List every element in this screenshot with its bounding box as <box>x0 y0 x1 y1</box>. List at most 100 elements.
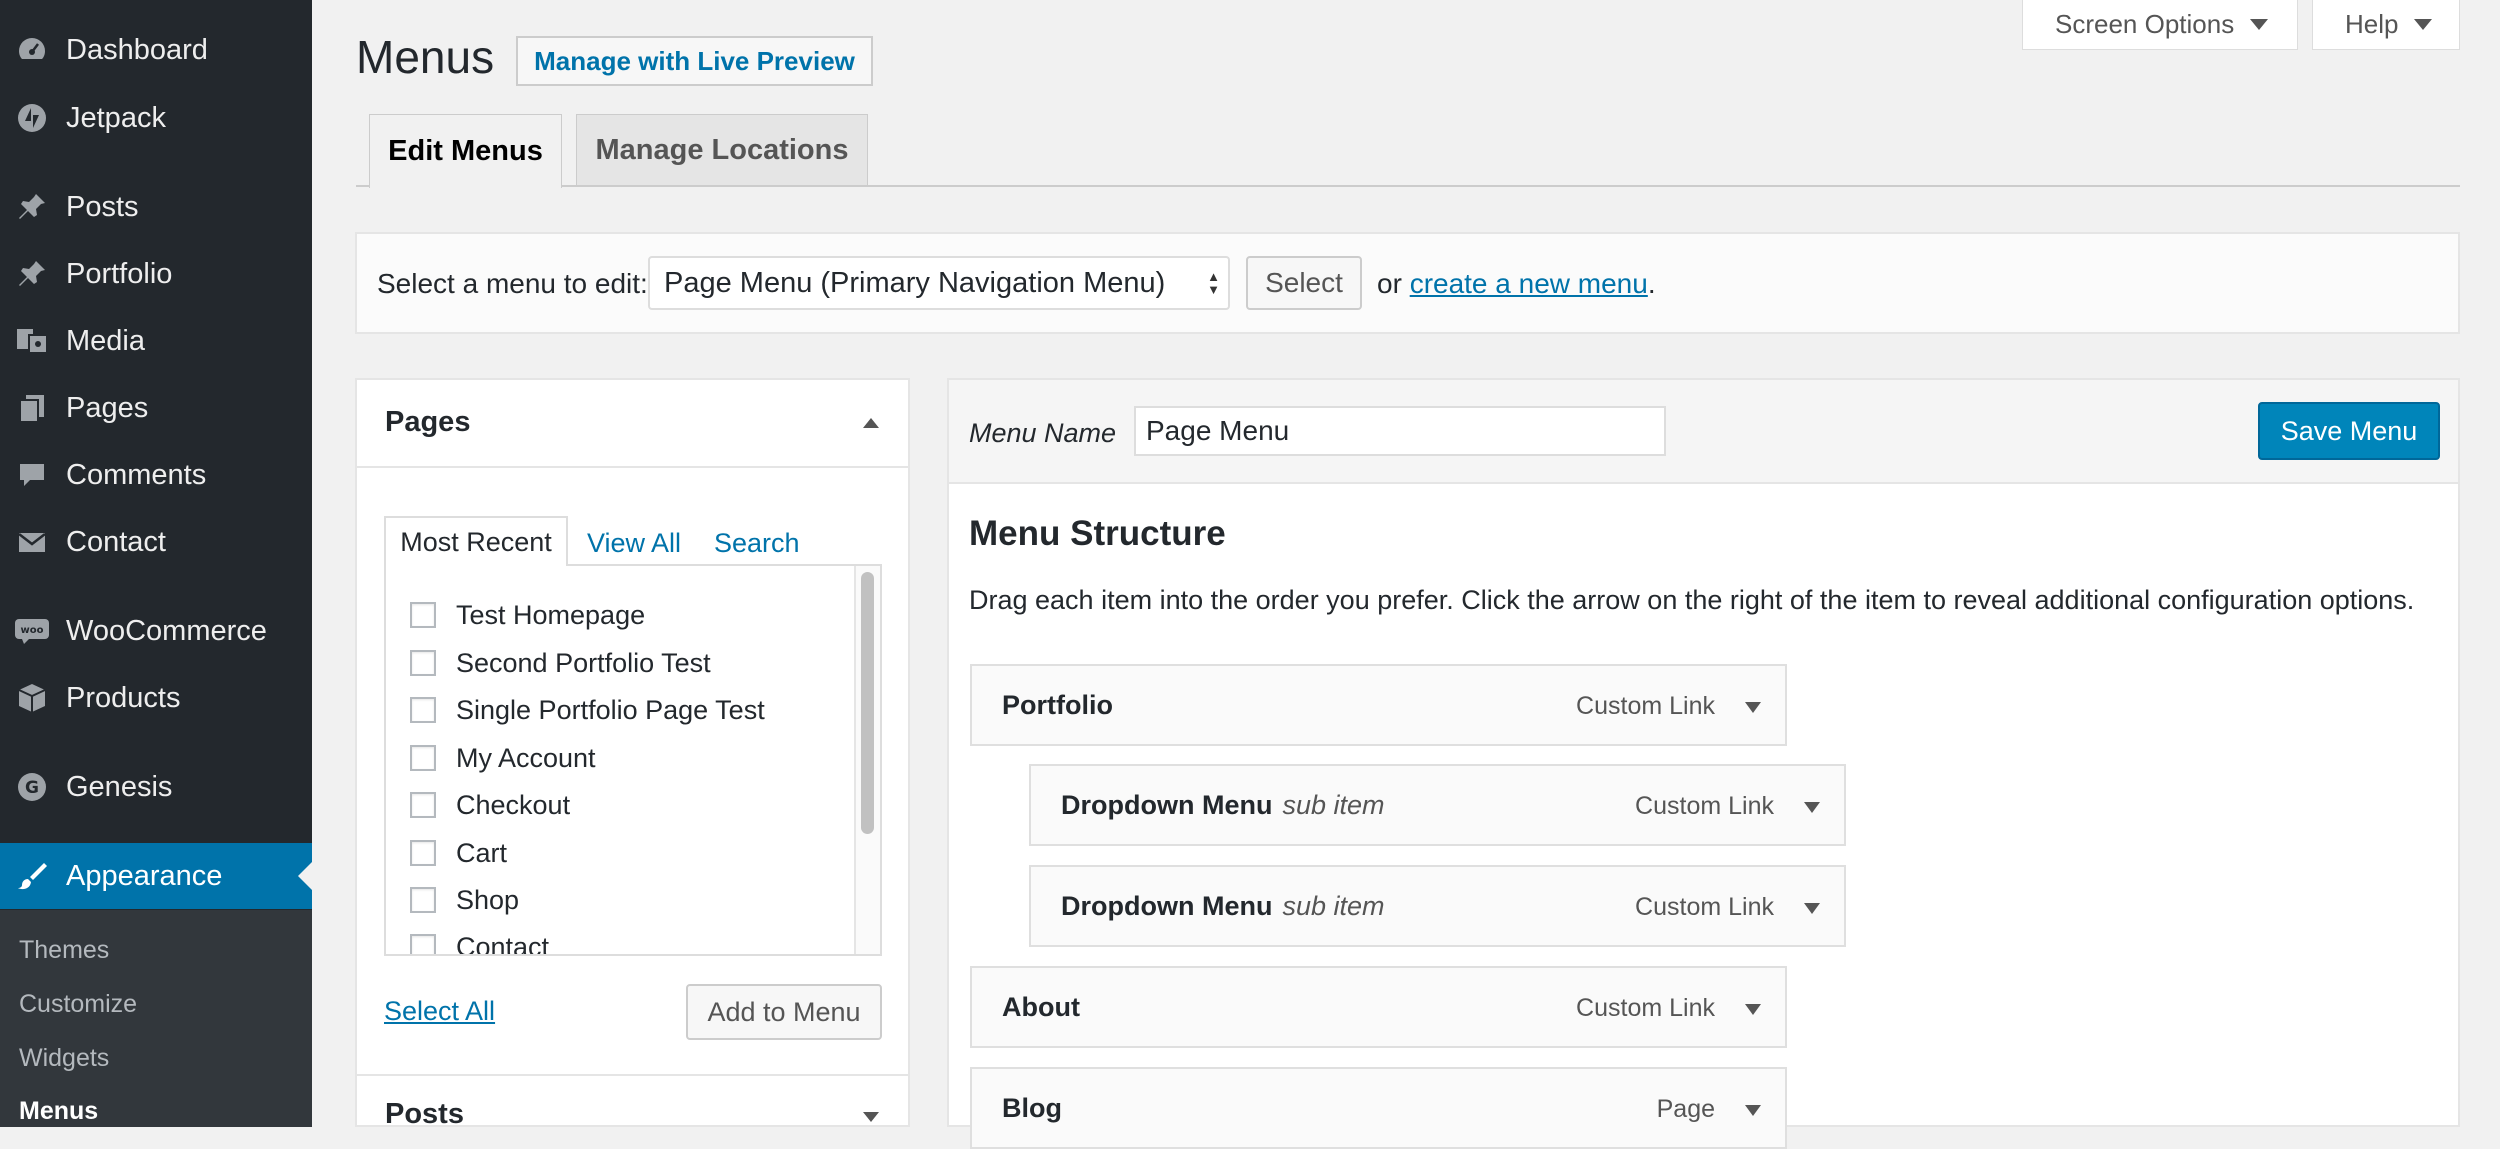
sidebar-item-dashboard[interactable]: Dashboard <box>0 20 312 80</box>
list-item[interactable]: Cart <box>410 836 507 870</box>
posts-panel-title[interactable]: Posts <box>385 1098 464 1131</box>
page-checkbox[interactable] <box>410 602 436 628</box>
period-text: . <box>1647 268 1656 299</box>
expand-arrow-icon[interactable] <box>863 1112 879 1122</box>
page-checklist[interactable]: Test Homepage Second Portfolio Test Sing… <box>384 564 882 956</box>
live-preview-button[interactable]: Manage with Live Preview <box>516 36 873 86</box>
menu-select-dropdown[interactable]: Page Menu (Primary Navigation Menu) ▲ ▼ <box>648 256 1230 310</box>
select-all-link[interactable]: Select All <box>384 996 495 1027</box>
chevron-down-icon[interactable] <box>1745 1004 1761 1015</box>
submenu-item-customize[interactable]: Customize <box>19 990 137 1019</box>
pin-icon <box>14 189 50 225</box>
screen-options-button[interactable]: Screen Options <box>2022 0 2298 50</box>
page-checkbox[interactable] <box>410 887 436 913</box>
chevron-down-icon[interactable] <box>1745 702 1761 713</box>
select-button[interactable]: Select <box>1246 256 1362 310</box>
dashboard-icon <box>14 32 50 68</box>
menu-item[interactable]: Dropdown Menu sub item Custom Link <box>1029 865 1846 947</box>
list-item[interactable]: Single Portfolio Page Test <box>410 693 765 727</box>
sidebar-item-comments[interactable]: Comments <box>0 445 312 505</box>
chevron-down-icon[interactable] <box>1745 1105 1761 1116</box>
scrollbar[interactable] <box>854 566 880 954</box>
menu-name-input[interactable] <box>1134 406 1666 456</box>
tab-view-all[interactable]: View All <box>587 528 681 559</box>
page-label: Checkout <box>456 789 571 820</box>
svg-text:woo: woo <box>21 625 44 636</box>
page-label: Shop <box>456 884 520 915</box>
menu-item[interactable]: Dropdown Menu sub item Custom Link <box>1029 764 1846 846</box>
help-label: Help <box>2345 9 2399 39</box>
list-item[interactable]: Checkout <box>410 788 570 822</box>
sidebar-item-label: Pages <box>66 391 149 424</box>
menu-structure-description: Drag each item into the order you prefer… <box>969 585 2415 615</box>
menu-edit-panel: Menu Name Save Menu Menu Structure Drag … <box>947 378 2460 1149</box>
sidebar-item-pages[interactable]: Pages <box>0 378 312 438</box>
list-item[interactable]: My Account <box>410 741 596 775</box>
sidebar-item-jetpack[interactable]: Jetpack <box>0 88 312 148</box>
menu-item-type: Custom Link <box>1635 893 1774 921</box>
page-checkbox[interactable] <box>410 792 436 818</box>
tab-most-recent[interactable]: Most Recent <box>384 516 568 566</box>
tab-search[interactable]: Search <box>714 528 800 559</box>
collapse-arrow-icon[interactable] <box>863 418 879 428</box>
list-item[interactable]: Test Homepage <box>410 598 645 632</box>
pages-panel-title[interactable]: Pages <box>385 406 470 439</box>
sidebar-item-portfolio[interactable]: Portfolio <box>0 244 312 304</box>
jetpack-icon <box>14 100 50 136</box>
menu-item-title-text: Dropdown Menu <box>1061 790 1273 820</box>
menu-item-type: Custom Link <box>1576 692 1715 720</box>
sidebar-item-genesis[interactable]: G Genesis <box>0 757 312 817</box>
page-label: Test Homepage <box>456 599 646 630</box>
submenu-item-menus[interactable]: Menus <box>19 1097 98 1126</box>
sidebar-item-woocommerce[interactable]: woo WooCommerce <box>0 601 312 661</box>
menu-item[interactable]: Blog Page <box>970 1067 1787 1149</box>
chevron-down-icon[interactable] <box>1804 802 1820 813</box>
sidebar-item-label: Dashboard <box>66 33 208 66</box>
divider <box>357 1074 908 1076</box>
sidebar-item-label: Jetpack <box>66 101 166 134</box>
menu-item-type: Page <box>1656 1095 1715 1123</box>
sidebar-item-contact[interactable]: Contact <box>0 512 312 572</box>
save-menu-button[interactable]: Save Menu <box>2258 402 2440 460</box>
sidebar-item-label: Appearance <box>66 859 223 892</box>
sidebar-item-media[interactable]: Media <box>0 311 312 371</box>
admin-sidebar: Dashboard Jetpack Posts Portfolio Media … <box>0 0 312 1127</box>
tab-manage-locations[interactable]: Manage Locations <box>576 114 868 186</box>
page-checkbox[interactable] <box>410 840 436 866</box>
scrollbar-thumb[interactable] <box>861 572 874 834</box>
list-item[interactable]: Contact <box>410 930 549 954</box>
sidebar-item-appearance[interactable]: Appearance <box>0 843 312 909</box>
tab-edit-menus[interactable]: Edit Menus <box>369 114 562 188</box>
menu-item-title: Portfolio <box>1002 690 1113 721</box>
chevron-down-icon <box>2414 19 2433 30</box>
list-item[interactable]: Shop <box>410 883 519 917</box>
submenu-item-themes[interactable]: Themes <box>19 936 109 965</box>
sidebar-item-products[interactable]: Products <box>0 668 312 728</box>
comment-icon <box>14 457 50 493</box>
menu-item-title: Dropdown Menu sub item <box>1061 790 1385 821</box>
create-new-menu-link[interactable]: create a new menu <box>1410 268 1648 299</box>
appearance-submenu: Themes Customize Widgets Menus <box>0 910 312 1127</box>
sidebar-item-posts[interactable]: Posts <box>0 177 312 237</box>
menu-item[interactable]: About Custom Link <box>970 966 1787 1048</box>
page-checkbox[interactable] <box>410 934 436 954</box>
menu-item-title-text: Blog <box>1002 1093 1062 1123</box>
menu-select-bar: Select a menu to edit: Page Menu (Primar… <box>355 232 2460 334</box>
page-label: Single Portfolio Page Test <box>456 694 765 725</box>
screen-options-label: Screen Options <box>2055 9 2235 39</box>
chevron-down-icon[interactable] <box>1804 903 1820 914</box>
list-item[interactable]: Second Portfolio Test <box>410 646 711 680</box>
menu-header: Menu Name Save Menu <box>949 380 2458 484</box>
help-button[interactable]: Help <box>2312 0 2460 50</box>
page-checkbox[interactable] <box>410 697 436 723</box>
add-to-menu-button[interactable]: Add to Menu <box>686 984 882 1040</box>
sidebar-item-label: WooCommerce <box>66 614 267 647</box>
select-arrows-icon: ▲ ▼ <box>1207 269 1220 297</box>
pages-icon <box>14 390 50 426</box>
page-checkbox[interactable] <box>410 650 436 676</box>
sidebar-item-label: Comments <box>66 458 207 491</box>
page-checkbox[interactable] <box>410 745 436 771</box>
menu-item[interactable]: Portfolio Custom Link <box>970 664 1787 746</box>
media-icon <box>14 323 50 359</box>
submenu-item-widgets[interactable]: Widgets <box>19 1044 109 1073</box>
